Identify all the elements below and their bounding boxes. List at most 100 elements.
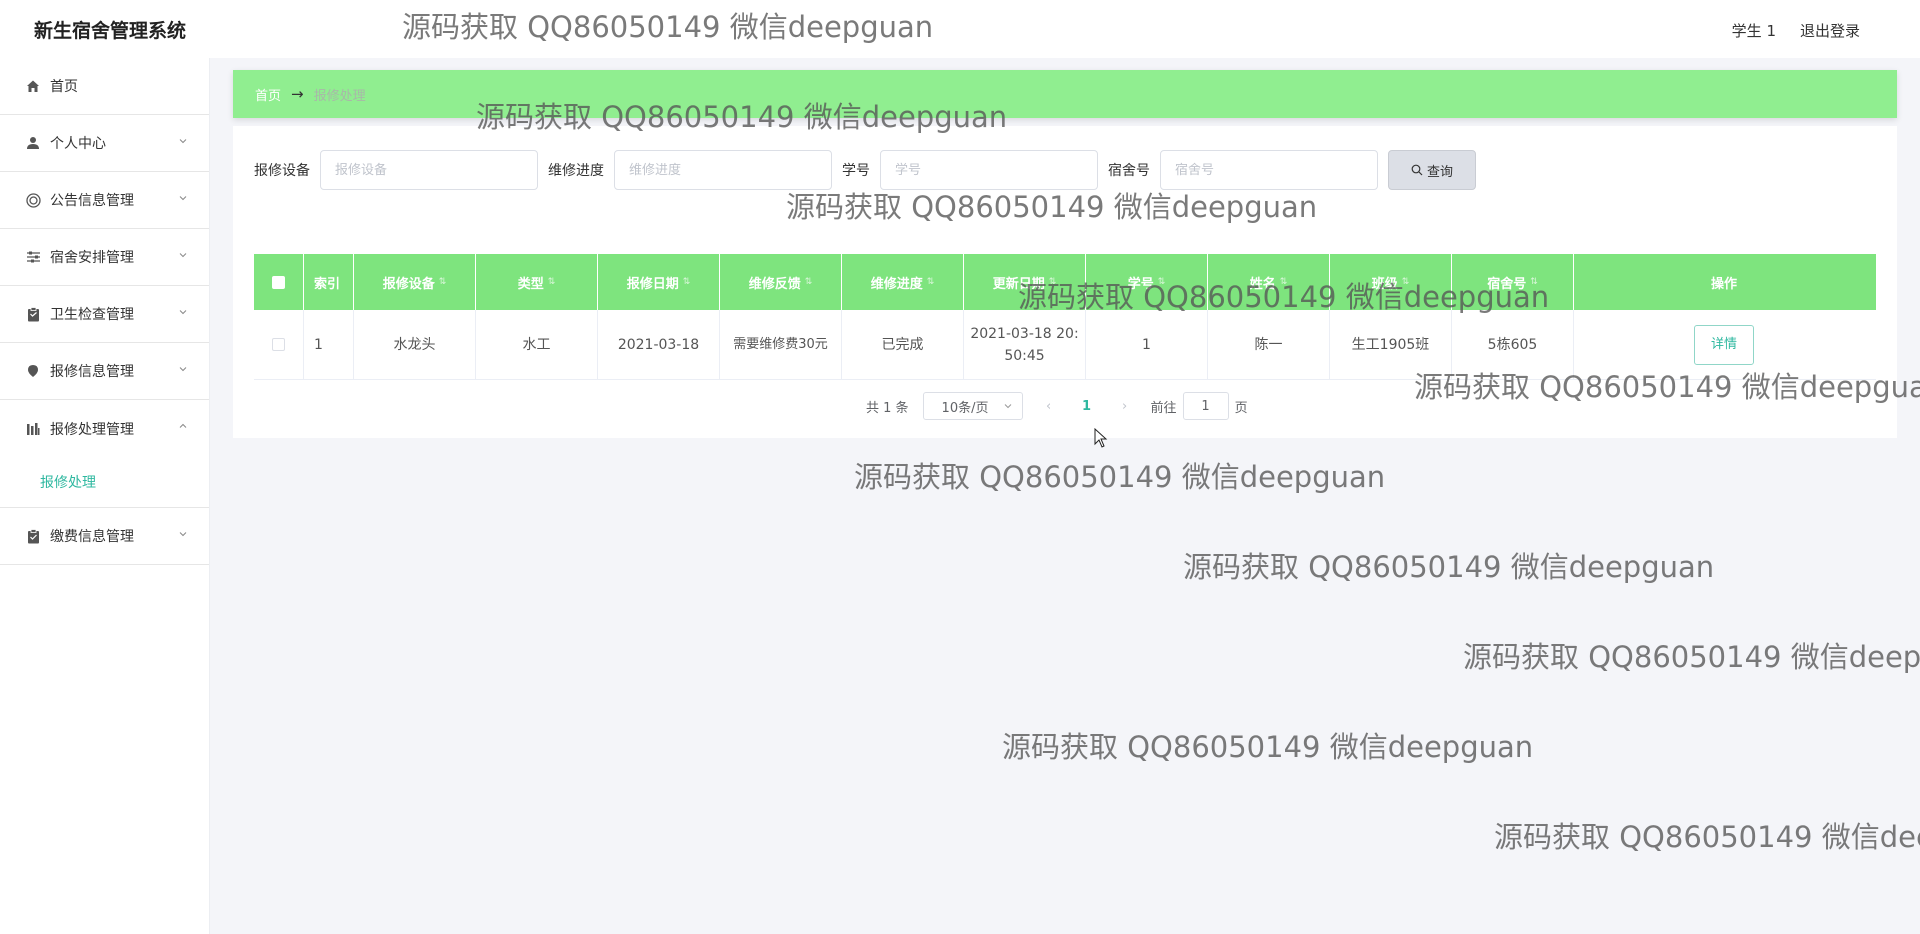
cell-room: 5栋605	[1452, 310, 1574, 379]
header-room[interactable]: 宿舍号 ⇅	[1452, 254, 1574, 310]
sidebar-item-repair-handling[interactable]: 报修处理管理	[0, 400, 209, 457]
progress-input[interactable]	[614, 150, 832, 190]
clipboard-check-icon	[24, 527, 42, 545]
cell-name: 陈一	[1208, 310, 1330, 379]
header-name[interactable]: 姓名 ⇅	[1208, 254, 1330, 310]
detail-button[interactable]: 详情	[1694, 324, 1754, 365]
header-device[interactable]: 报修设备 ⇅	[354, 254, 476, 310]
breadcrumb-home[interactable]: 首页	[255, 85, 281, 104]
notice-icon	[24, 191, 42, 209]
page-size-select[interactable]: 10条/页	[922, 392, 1023, 420]
sidebar-item-label: 公告信息管理	[50, 193, 134, 209]
next-page-button[interactable]: ›	[1113, 399, 1137, 414]
page-number[interactable]: 1	[1075, 399, 1099, 414]
sidebar-item-label: 缴费信息管理	[50, 529, 134, 545]
device-input[interactable]	[320, 150, 538, 190]
watermark-text: 源码获取 QQ86050149 微信deepguan	[1494, 820, 1920, 854]
sidebar-item-home[interactable]: 首页	[0, 58, 209, 115]
prev-page-button[interactable]: ‹	[1037, 399, 1061, 414]
cell-student-id: 1	[1086, 310, 1208, 379]
logout-button[interactable]: 退出登录	[1800, 20, 1860, 41]
header-progress[interactable]: 维修进度 ⇅	[842, 254, 964, 310]
device-label: 报修设备	[254, 163, 310, 179]
repair-table: 索引 报修设备 ⇅ 类型 ⇅ 报修日期 ⇅ 维修反馈 ⇅ 维修进度 ⇅ 更新日期 ⇅ 学号 ⇅…	[254, 254, 1876, 380]
cell-class: 生工1905班	[1330, 310, 1452, 379]
row-checkbox[interactable]	[272, 338, 285, 351]
search-form: 报修设备 维修进度 学号 宿舍号 查询	[254, 150, 1476, 190]
pin-icon	[24, 362, 42, 380]
chevron-up-icon	[179, 423, 187, 428]
checkbox[interactable]	[272, 275, 285, 289]
sidebar-item-dorm-arrange[interactable]: 宿舍安排管理	[0, 229, 209, 286]
header-type[interactable]: 类型 ⇅	[476, 254, 598, 310]
home-icon	[24, 77, 42, 95]
breadcrumb: 首页 → 报修处理	[233, 70, 1897, 118]
cell-feedback: 需要维修费30元	[720, 310, 842, 379]
user-icon	[24, 134, 42, 152]
page-size-value: 10条/页	[941, 400, 989, 416]
header-date[interactable]: 报修日期 ⇅	[598, 254, 720, 310]
room-input[interactable]	[1160, 150, 1378, 190]
current-user[interactable]: 学生 1	[1732, 20, 1776, 41]
chevron-down-icon	[179, 532, 187, 537]
sliders-icon	[24, 248, 42, 266]
page-suffix: 页	[1234, 400, 1248, 416]
sidebar-item-notice[interactable]: 公告信息管理	[0, 172, 209, 229]
header-updated[interactable]: 更新日期 ⇅	[964, 254, 1086, 310]
query-button[interactable]: 查询	[1388, 150, 1476, 190]
sidebar-item-personal-center[interactable]: 个人中心	[0, 115, 209, 172]
chart-icon	[24, 420, 42, 438]
table-row: 1 水龙头 水工 2021-03-18 需要维修费30元 已完成 2021-03…	[254, 310, 1876, 380]
total-count: 共 1 条	[866, 400, 909, 416]
app-title: 新生宿舍管理系统	[34, 20, 187, 42]
header-class[interactable]: 班级 ⇅	[1330, 254, 1452, 310]
query-button-label: 查询	[1426, 164, 1453, 180]
chevron-down-icon	[179, 310, 187, 315]
cell-updated: 2021-03-18 20:50:45	[964, 310, 1086, 379]
submenu-repair-handling: 报修处理管理 报修处理	[0, 400, 209, 508]
sidebar-item-hygiene[interactable]: 卫生检查管理	[0, 286, 209, 343]
clipboard-icon	[24, 305, 42, 323]
student-id-input[interactable]	[880, 150, 1098, 190]
select-all-checkbox[interactable]	[254, 254, 304, 310]
header-feedback[interactable]: 维修反馈 ⇅	[720, 254, 842, 310]
header-student-id[interactable]: 学号 ⇅	[1086, 254, 1208, 310]
watermark-text: 源码获取 QQ86050149 微信deepguan	[1183, 550, 1715, 584]
top-bar: 新生宿舍管理系统 学生 1 退出登录	[0, 0, 1920, 58]
sidebar-item-label: 报修处理管理	[50, 421, 134, 438]
room-label: 宿舍号	[1108, 163, 1150, 179]
student-id-label: 学号	[842, 163, 870, 179]
chevron-down-icon	[179, 253, 187, 258]
goto-page: 前往 页	[1151, 392, 1248, 420]
watermark-text: 源码获取 QQ86050149 微信deepguan	[854, 460, 1386, 494]
pagination: 共 1 条 10条/页 ‹ 1 › 前往 页	[866, 392, 1248, 420]
goto-input[interactable]	[1182, 392, 1229, 420]
sidebar-subitem-repair-handling[interactable]: 报修处理	[0, 457, 209, 507]
cell-type: 水工	[476, 310, 598, 379]
cell-progress: 已完成	[842, 310, 964, 379]
progress-label: 维修进度	[548, 163, 604, 179]
row-checkbox-cell[interactable]	[254, 310, 304, 379]
search-icon	[1411, 164, 1423, 176]
sidebar-item-payment[interactable]: 缴费信息管理	[0, 508, 209, 565]
breadcrumb-current: 报修处理	[313, 88, 366, 104]
sidebar-item-label: 报修信息管理	[50, 364, 134, 380]
mouse-cursor-icon	[1094, 428, 1108, 448]
sidebar-item-label: 卫生检查管理	[50, 307, 134, 323]
sidebar-item-label: 个人中心	[50, 136, 106, 152]
main-panel: 报修设备 维修进度 学号 宿舍号 查询 索引 报修设备⇅ 类型⇅ 报修日期⇅ 维…	[233, 126, 1897, 438]
sidebar-item-label: 宿舍安排管理	[50, 250, 134, 266]
cell-date: 2021-03-18	[598, 310, 720, 379]
watermark-text: 源码获取 QQ86050149 微信deepguan	[1463, 640, 1920, 674]
chevron-down-icon	[179, 196, 187, 201]
chevron-down-icon	[179, 139, 187, 144]
cell-action: 详情	[1574, 310, 1874, 379]
table-header: 索引 报修设备 ⇅ 类型 ⇅ 报修日期 ⇅ 维修反馈 ⇅ 维修进度 ⇅ 更新日期 ⇅ 学号 ⇅…	[254, 254, 1876, 310]
sidebar-item-repair-info[interactable]: 报修信息管理	[0, 343, 209, 400]
sidebar-item-label: 首页	[50, 79, 78, 95]
breadcrumb-arrow: →	[291, 85, 304, 103]
goto-label: 前往	[1150, 400, 1177, 416]
table-body: 1 水龙头 水工 2021-03-18 需要维修费30元 已完成 2021-03…	[254, 310, 1876, 380]
user-area: 学生 1 退出登录	[1732, 20, 1860, 41]
header-index: 索引	[304, 254, 354, 310]
